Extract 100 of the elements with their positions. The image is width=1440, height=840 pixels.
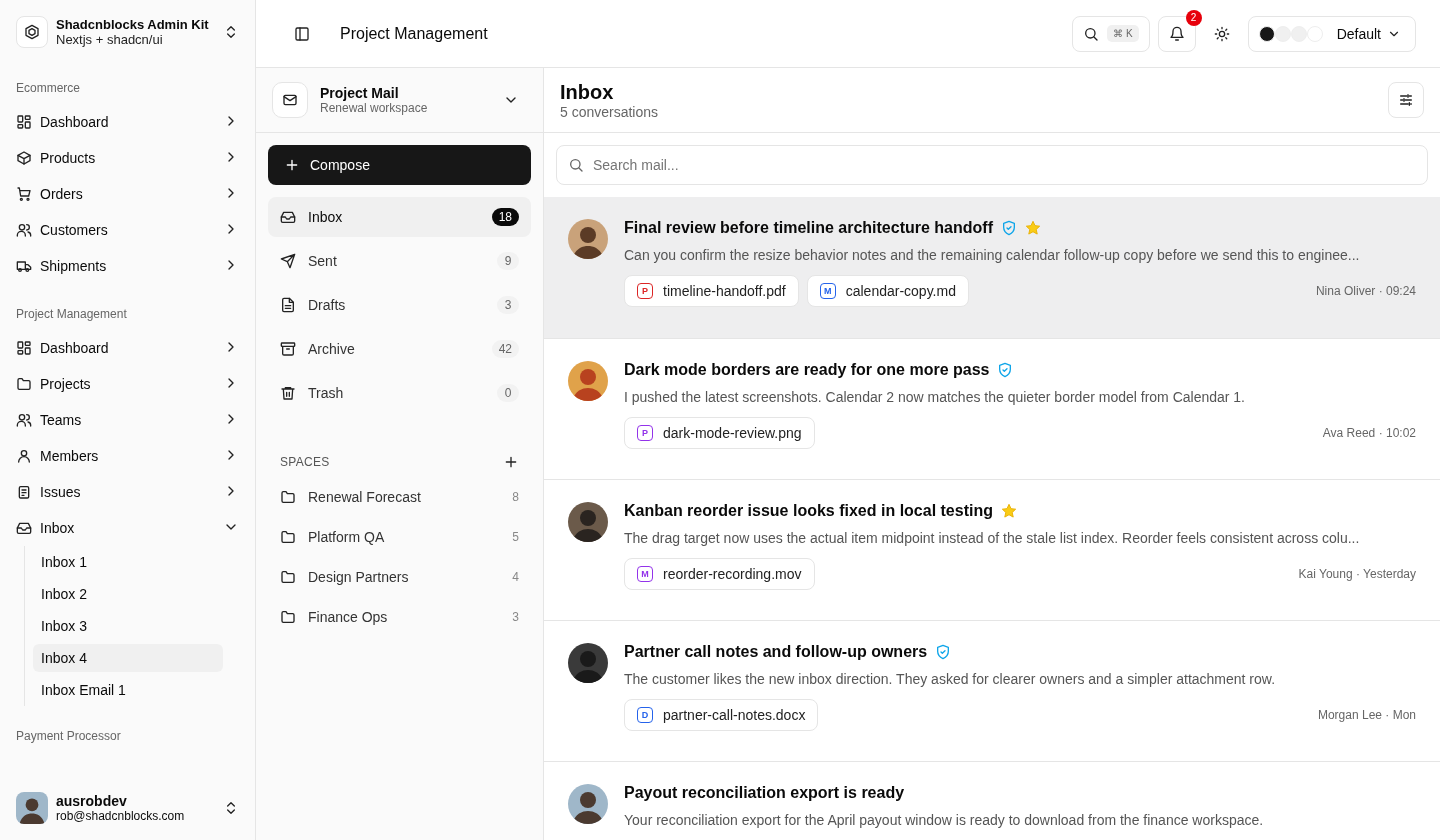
- message-subject: Final review before timeline architecture handoff: [624, 219, 993, 237]
- space-item[interactable]: Design Partners 4: [268, 557, 531, 597]
- truck-icon: [16, 258, 32, 274]
- inbox-title: Inbox: [560, 80, 615, 104]
- folder-count: 18: [491, 208, 519, 226]
- nav-subitem[interactable]: Inbox 3: [33, 612, 223, 640]
- nav-item[interactable]: Orders: [8, 176, 247, 212]
- file-type-label: M: [637, 566, 653, 582]
- folder-icon: [280, 609, 296, 625]
- dashboard-icon: [16, 340, 32, 356]
- users-icon: [16, 412, 32, 428]
- bell-icon: [1168, 25, 1185, 42]
- plus-icon: [284, 157, 300, 173]
- theme-select[interactable]: Default: [1247, 15, 1416, 52]
- message-preview: I pushed the latest screenshots. Calendar 2 now matches the quieter border model from Calendar 1.: [624, 389, 1246, 405]
- file-type-label: D: [637, 707, 653, 723]
- account-name: Project Mail: [320, 85, 400, 101]
- nav-subitem[interactable]: Inbox 2: [33, 580, 223, 608]
- nav-item[interactable]: Shipments: [8, 248, 247, 284]
- attachment-chip[interactable]: P timeline-handoff.pdf: [624, 275, 799, 307]
- send-icon: [280, 253, 296, 269]
- nav-subitem[interactable]: Inbox Email 1: [33, 676, 223, 704]
- user-email: rob@shadcnblocks.com: [56, 809, 186, 823]
- user-name: ausrobdev: [56, 793, 128, 809]
- nav-subitem[interactable]: Inbox 1: [33, 548, 223, 576]
- space-count: 8: [512, 490, 519, 504]
- file-icon: [280, 297, 296, 313]
- nav-item[interactable]: Dashboard: [8, 104, 247, 140]
- message-preview: The customer likes the new inbox direction. They asked for clearer owners and a simpler attachment row.: [624, 671, 1277, 687]
- search-icon: [568, 157, 584, 173]
- compose-button[interactable]: Compose: [268, 145, 531, 185]
- filter-button[interactable]: [1388, 82, 1424, 118]
- file-type-label: P: [637, 283, 653, 299]
- space-item[interactable]: Platform QA 5: [268, 517, 531, 557]
- sun-icon: [1213, 25, 1230, 42]
- section-label: Project Management: [15, 306, 128, 323]
- attachment-chip[interactable]: D partner-call-notes.docx: [624, 699, 819, 731]
- nav-item[interactable]: Members: [8, 438, 247, 474]
- folder-count: 42: [491, 340, 519, 358]
- inbox-icon: [280, 209, 296, 225]
- space-item[interactable]: Renewal Forecast 8: [268, 477, 531, 517]
- nav-item[interactable]: Teams: [8, 402, 247, 438]
- message-subject: Partner call notes and follow-up owners: [624, 643, 928, 661]
- nav-item[interactable]: Products: [8, 140, 247, 176]
- folder-icon: [280, 529, 296, 545]
- folder-item[interactable]: Sent 9: [268, 241, 531, 281]
- message-row[interactable]: Partner call notes and follow-up owners The customer likes the new inbox direction. They asked for clearer owners and a simpler attachment row. D partner-call-notes.docx Morgan Lee · Mon: [544, 620, 1440, 761]
- space-count: 3: [512, 610, 519, 624]
- attachment-chip[interactable]: P dark-mode-review.png: [624, 417, 815, 449]
- sender-time: Kai Young · Yesterday: [1298, 567, 1416, 581]
- search-field[interactable]: Search mail...: [556, 145, 1428, 185]
- archive-icon: [280, 341, 296, 357]
- trash-icon: [280, 385, 296, 401]
- folder-icon: [16, 376, 32, 392]
- message-subject: Dark mode borders are ready for one more pass: [624, 361, 990, 379]
- message-preview: The drag target now uses the actual item midpoint instead of the stale list index. Reorder feels consistent across colu...: [624, 530, 1361, 546]
- nav-item[interactable]: Issues: [8, 474, 247, 510]
- folder-item[interactable]: Archive 42: [268, 329, 531, 369]
- sliders-icon: [1398, 92, 1414, 108]
- attachment-chip[interactable]: M reorder-recording.mov: [624, 558, 815, 590]
- clipboard-icon: [16, 484, 32, 500]
- message-subject: Payout reconciliation export is ready: [624, 784, 905, 802]
- account-subtitle: Renewal workspace: [320, 101, 429, 115]
- dashboard-icon: [16, 114, 32, 130]
- folder-count: 3: [497, 296, 519, 314]
- message-preview: Can you confirm the resize behavior notes and the remaining calendar follow-up copy before we send this to enginee...: [624, 247, 1361, 263]
- folder-item[interactable]: Trash 0: [268, 373, 531, 413]
- folder-item[interactable]: Drafts 3: [268, 285, 531, 325]
- nav-item[interactable]: Inbox: [8, 510, 247, 546]
- folder-count: 9: [497, 252, 519, 270]
- users-icon: [16, 222, 32, 238]
- brand-subtitle: Nextjs + shadcn/ui: [56, 32, 164, 47]
- page-title: Project Management: [340, 24, 489, 43]
- nav-item[interactable]: Projects: [8, 366, 247, 402]
- nav-item[interactable]: Dashboard: [8, 330, 247, 366]
- space-count: 4: [512, 570, 519, 584]
- inbox-icon: [16, 520, 32, 536]
- search-button[interactable]: ⌘ K: [1072, 15, 1150, 52]
- notification-count: 2: [1185, 9, 1202, 26]
- nav-item[interactable]: Customers: [8, 212, 247, 248]
- nav-subitem[interactable]: Inbox 4: [33, 644, 223, 672]
- folder-item[interactable]: Inbox 18: [268, 197, 531, 237]
- folder-icon: [280, 569, 296, 585]
- section-label: Payment Processor: [15, 728, 122, 745]
- message-row[interactable]: Payout reconciliation export is ready Your reconciliation export for the April payout window is ready to download from the finance workspace.: [544, 761, 1440, 840]
- attachment-chip[interactable]: M calendar-copy.md: [806, 275, 969, 307]
- file-type-label: M: [819, 283, 836, 299]
- brand-title: Shadcnblocks Admin Kit: [56, 17, 210, 32]
- panel-icon: [294, 25, 310, 42]
- space-item[interactable]: Finance Ops 3: [268, 597, 531, 637]
- cart-icon: [16, 186, 32, 202]
- notifications-button[interactable]: [1157, 15, 1196, 52]
- folder-count: 0: [497, 384, 519, 402]
- message-subject: Kanban reorder issue looks fixed in local testing: [624, 502, 993, 520]
- space-count: 5: [512, 530, 519, 544]
- shortcut-key: ⌘ K: [1107, 25, 1139, 42]
- message-row[interactable]: Dark mode borders are ready for one more pass I pushed the latest screenshots. Calendar 2 now matches the quieter border model from Calendar 1. P dark-mode-review.png Ava Reed · 10:02: [544, 338, 1440, 479]
- sender-time: Morgan Lee · Mon: [1317, 708, 1416, 722]
- message-row[interactable]: [544, 197, 1440, 338]
- plus-icon: [503, 454, 519, 470]
